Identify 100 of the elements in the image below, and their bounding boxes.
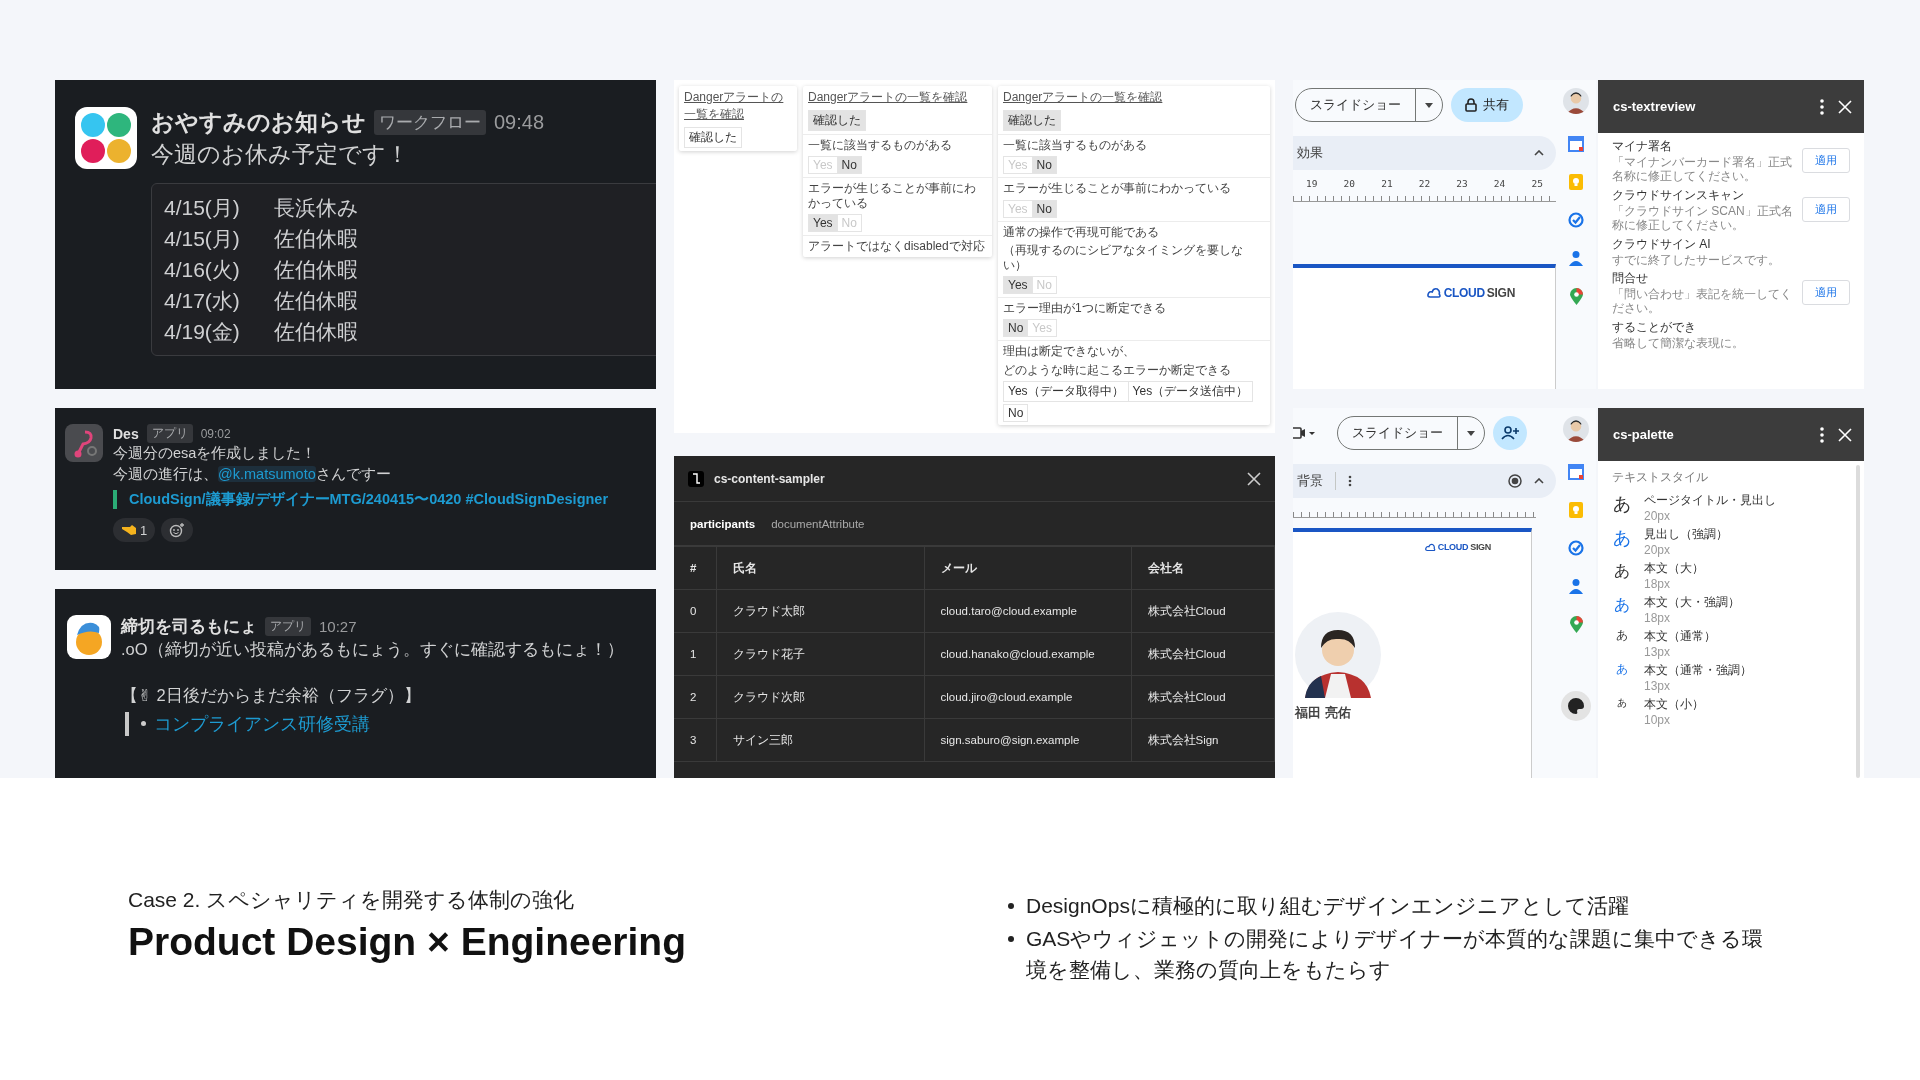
palette-icon[interactable] bbox=[1561, 691, 1591, 721]
text-style-item[interactable]: あ 本文（通常） 13px bbox=[1612, 628, 1850, 662]
map-pin-icon[interactable] bbox=[1569, 288, 1583, 305]
check-circle-icon[interactable] bbox=[1568, 212, 1584, 228]
question-label: 一覧に該当するものがある bbox=[808, 138, 952, 153]
option-button[interactable]: Yes（データ送信中） bbox=[1127, 381, 1254, 403]
person-name: 福田 亮佑 bbox=[1295, 704, 1352, 722]
more-button[interactable] bbox=[1820, 426, 1824, 443]
option-button[interactable]: No bbox=[1031, 199, 1057, 218]
person-icon[interactable] bbox=[1569, 250, 1583, 266]
app-badge: ワークフロー bbox=[374, 110, 486, 135]
table-cell: cloud.jiro@cloud.example bbox=[924, 675, 1131, 719]
alert-list-link[interactable]: Dangerアラートの一覧を確認 bbox=[684, 89, 792, 123]
apply-button[interactable]: 適用 bbox=[1802, 197, 1850, 223]
style-sample: あ bbox=[1613, 594, 1631, 615]
check-circle-icon[interactable] bbox=[1568, 540, 1584, 556]
hint-text: すでに終了したサービスです。 bbox=[1612, 252, 1781, 267]
collapse-button[interactable] bbox=[1534, 150, 1544, 156]
avatar[interactable] bbox=[1563, 88, 1589, 114]
more-icon[interactable] bbox=[1348, 475, 1352, 487]
task-link[interactable]: コンプライアンス研修受講 bbox=[154, 711, 370, 736]
scrollbar[interactable] bbox=[1856, 465, 1860, 778]
message-text: 今週分のesaを作成しました！ bbox=[113, 444, 318, 463]
text-style-item[interactable]: あ 本文（大・強調） 18px bbox=[1612, 594, 1850, 628]
bullet-icon bbox=[1008, 936, 1014, 942]
ruler-number: 23 bbox=[1456, 178, 1468, 189]
map-pin-icon[interactable] bbox=[1569, 616, 1583, 633]
table-cell: 1 bbox=[674, 632, 716, 676]
timestamp: 10:27 bbox=[319, 618, 357, 635]
ruler-number: 25 bbox=[1531, 178, 1543, 189]
option-button[interactable]: No bbox=[836, 156, 862, 175]
style-size: 13px bbox=[1644, 679, 1672, 693]
alert-list-link[interactable]: Dangerアラートの一覧を確認 bbox=[1003, 89, 1163, 106]
style-name: 本文（大・強調） bbox=[1644, 594, 1740, 611]
collapse-button[interactable] bbox=[1534, 478, 1544, 484]
table-cell: 株式会社Cloud bbox=[1131, 675, 1275, 719]
calendar-icon[interactable] bbox=[1568, 464, 1584, 480]
option-button[interactable]: No bbox=[1003, 404, 1029, 423]
reaction-button[interactable]: 1 bbox=[113, 518, 156, 543]
effect-label: 効果 bbox=[1297, 144, 1324, 162]
table-cell: sign.saburo@sign.example bbox=[924, 718, 1131, 762]
question-label: エラーが生じることが事前にわかっている bbox=[808, 181, 977, 211]
option-button[interactable]: Yes bbox=[1003, 275, 1033, 294]
more-icon bbox=[1820, 98, 1824, 115]
tab[interactable]: documentAttribute bbox=[771, 517, 865, 530]
bullet-text: DesignOpsに積極的に取り組むデザインエンジニアとして活躍 bbox=[1026, 893, 1629, 919]
apply-button[interactable]: 適用 bbox=[1802, 280, 1850, 306]
message-text: .oO（締切が近い投稿があるもにょう。すぐに確認するもにょ！） bbox=[121, 639, 625, 660]
text-style-item[interactable]: あ ページタイトル・見出し 20px bbox=[1612, 492, 1850, 526]
option-button[interactable]: Yes（データ取得中） bbox=[1003, 381, 1129, 403]
term-text: クラウドサイン AI bbox=[1612, 235, 1712, 253]
schedule-date: 4/16(火) bbox=[164, 257, 241, 284]
dropdown-icon bbox=[1425, 102, 1433, 108]
document-link[interactable]: CloudSign/議事録/デザイナーMTG/240415〜0420 #CloudSignDesigner bbox=[129, 491, 609, 508]
logo: CLOUD SIGN bbox=[1427, 286, 1515, 300]
share-button[interactable]: 共有 bbox=[1451, 88, 1523, 122]
option-button[interactable]: 確認した bbox=[1003, 110, 1061, 131]
schedule-note: 佐伯休暇 bbox=[274, 319, 358, 346]
calendar-icon[interactable] bbox=[1568, 136, 1584, 152]
column-header: メール bbox=[924, 546, 1131, 590]
option-button[interactable]: No bbox=[1031, 156, 1057, 175]
question-label: どのような時に起こるエラーか断定できる bbox=[1003, 362, 1231, 378]
add-reaction-button[interactable] bbox=[161, 518, 194, 543]
close-icon bbox=[1247, 471, 1261, 486]
slide-title: Product Design × Engineering bbox=[128, 920, 687, 964]
alert-list-link[interactable]: Dangerアラートの一覧を確認 bbox=[808, 89, 968, 106]
mention-link[interactable]: @k.matsumoto bbox=[218, 466, 316, 482]
timestamp: 09:48 bbox=[494, 111, 545, 134]
question-label: エラー理由が1つに断定できる bbox=[1003, 300, 1166, 316]
background-button[interactable]: 背景 bbox=[1297, 472, 1323, 490]
slideshow-button[interactable]: スライドショー bbox=[1338, 417, 1458, 449]
option-button[interactable]: No bbox=[1003, 319, 1029, 338]
text-style-item[interactable]: あ 見出し（強調） 20px bbox=[1612, 526, 1850, 560]
add-person-button[interactable] bbox=[1493, 416, 1527, 450]
panel-title: cs-content-sampler bbox=[714, 471, 826, 486]
text-style-item[interactable]: あ 本文（小） 10px bbox=[1612, 696, 1850, 730]
bullet-icon bbox=[1008, 903, 1014, 909]
more-button[interactable] bbox=[1820, 98, 1824, 115]
app-icon bbox=[67, 615, 111, 659]
slideshow-button[interactable]: スライドショー bbox=[1296, 89, 1416, 121]
avatar[interactable] bbox=[1563, 416, 1589, 442]
option-button[interactable]: 確認した bbox=[684, 127, 742, 148]
close-icon bbox=[1838, 427, 1852, 442]
person-icon[interactable] bbox=[1569, 578, 1583, 594]
panel-title: cs-palette bbox=[1613, 427, 1675, 442]
text-style-item[interactable]: あ 本文（通常・強調） 13px bbox=[1612, 662, 1850, 696]
text-style-item[interactable]: あ 本文（大） 18px bbox=[1612, 560, 1850, 594]
close-button[interactable] bbox=[1247, 471, 1261, 486]
record-icon[interactable] bbox=[1508, 474, 1522, 488]
style-sample: あ bbox=[1612, 493, 1632, 516]
result-note: アラートではなくdisabledで対応 bbox=[808, 239, 985, 254]
option-button[interactable]: Yes bbox=[808, 214, 838, 233]
camera-icon[interactable] bbox=[1293, 427, 1315, 439]
style-name: 本文（小） bbox=[1644, 696, 1704, 713]
term-text: することができ bbox=[1612, 318, 1697, 336]
option-button[interactable]: 確認した bbox=[808, 110, 866, 131]
tab[interactable]: participants bbox=[690, 517, 756, 530]
close-icon bbox=[1838, 99, 1852, 114]
style-size: 20px bbox=[1644, 509, 1672, 523]
apply-button[interactable]: 適用 bbox=[1802, 148, 1850, 174]
